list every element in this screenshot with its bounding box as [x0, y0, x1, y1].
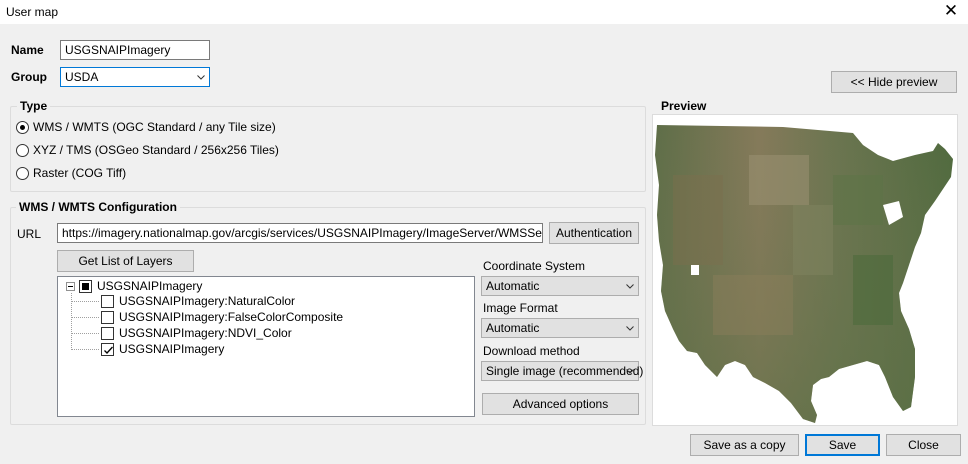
layers-tree[interactable]: USGSNAIPImagery USGSNAIPImagery:NaturalC… [57, 276, 475, 417]
layer-checkbox[interactable] [101, 294, 114, 308]
radio-button[interactable] [16, 166, 29, 180]
layer-label: USGSNAIPImagery:NaturalColor [119, 294, 296, 308]
radio-button-checked[interactable] [16, 120, 29, 134]
image-format-select[interactable]: Automatic [481, 318, 639, 338]
tree-collapse-icon[interactable] [66, 281, 75, 291]
window-title: User map [6, 5, 59, 19]
tree-guide-line [71, 333, 99, 334]
chevron-down-icon [626, 324, 634, 332]
type-option-raster[interactable]: Raster (COG Tiff) [16, 165, 126, 181]
chevron-down-icon [626, 282, 634, 290]
chevron-down-icon [197, 73, 205, 81]
get-list-of-layers-button[interactable]: Get List of Layers [57, 250, 194, 272]
tree-node-naturalcolor[interactable]: USGSNAIPImagery:NaturalColor [101, 293, 295, 309]
type-option-xyz-label: XYZ / TMS (OSGeo Standard / 256x256 Tile… [33, 143, 279, 157]
tree-root-label: USGSNAIPImagery [97, 279, 203, 293]
name-field[interactable]: USGSNAIPImagery [60, 40, 210, 60]
tree-guide-line [71, 301, 99, 302]
coordinate-system-label: Coordinate System [483, 259, 586, 273]
preview-title: Preview [658, 99, 710, 113]
url-label: URL [17, 227, 42, 241]
tree-root-checkbox[interactable] [79, 279, 92, 293]
hide-preview-button[interactable]: << Hide preview [831, 71, 957, 93]
tree-node-falsecolor[interactable]: USGSNAIPImagery:FalseColorComposite [101, 309, 343, 325]
tree-guide-line [71, 317, 99, 318]
group-select-value: USDA [65, 70, 99, 84]
layer-label: USGSNAIPImagery [119, 342, 225, 356]
usa-imagery-map [655, 125, 953, 423]
save-button[interactable]: Save [805, 434, 880, 456]
chevron-down-icon [626, 367, 634, 375]
title-bar: User map ✕ [0, 0, 968, 24]
layer-checkbox-checked[interactable] [101, 342, 114, 356]
group-select[interactable]: USDA [60, 67, 210, 87]
tree-guide-line [71, 349, 99, 350]
layer-checkbox[interactable] [101, 326, 114, 340]
download-method-value: Single image (recommended) [486, 364, 644, 378]
checkmark-icon [104, 346, 113, 354]
close-icon[interactable]: ✕ [942, 1, 960, 21]
layer-checkbox[interactable] [101, 310, 114, 324]
type-option-wms[interactable]: WMS / WMTS (OGC Standard / any Tile size… [16, 119, 276, 135]
close-button[interactable]: Close [886, 434, 961, 456]
advanced-options-button[interactable]: Advanced options [482, 393, 639, 415]
name-label: Name [11, 43, 44, 57]
preview-panel [652, 114, 958, 426]
authentication-button[interactable]: Authentication [549, 222, 639, 244]
wms-config-title: WMS / WMTS Configuration [16, 200, 180, 214]
coordinate-system-select[interactable]: Automatic [481, 276, 639, 296]
tree-root-node[interactable]: USGSNAIPImagery [66, 278, 202, 294]
image-format-label: Image Format [483, 301, 558, 315]
save-as-copy-button[interactable]: Save as a copy [690, 434, 799, 456]
type-option-wms-label: WMS / WMTS (OGC Standard / any Tile size… [33, 120, 276, 134]
tree-node-imagery[interactable]: USGSNAIPImagery [101, 341, 224, 357]
image-format-value: Automatic [486, 321, 540, 335]
type-group-title: Type [17, 99, 51, 113]
tree-node-ndvi[interactable]: USGSNAIPImagery:NDVI_Color [101, 325, 292, 341]
layer-label: USGSNAIPImagery:NDVI_Color [119, 326, 292, 340]
download-method-label: Download method [483, 344, 580, 358]
group-label: Group [11, 70, 47, 84]
coordinate-system-value: Automatic [486, 279, 540, 293]
layer-label: USGSNAIPImagery:FalseColorComposite [119, 310, 344, 324]
type-option-raster-label: Raster (COG Tiff) [33, 166, 127, 180]
type-option-xyz[interactable]: XYZ / TMS (OSGeo Standard / 256x256 Tile… [16, 142, 279, 158]
radio-button[interactable] [16, 143, 29, 157]
url-field[interactable]: https://imagery.nationalmap.gov/arcgis/s… [57, 223, 543, 243]
download-method-select[interactable]: Single image (recommended) [481, 361, 643, 381]
